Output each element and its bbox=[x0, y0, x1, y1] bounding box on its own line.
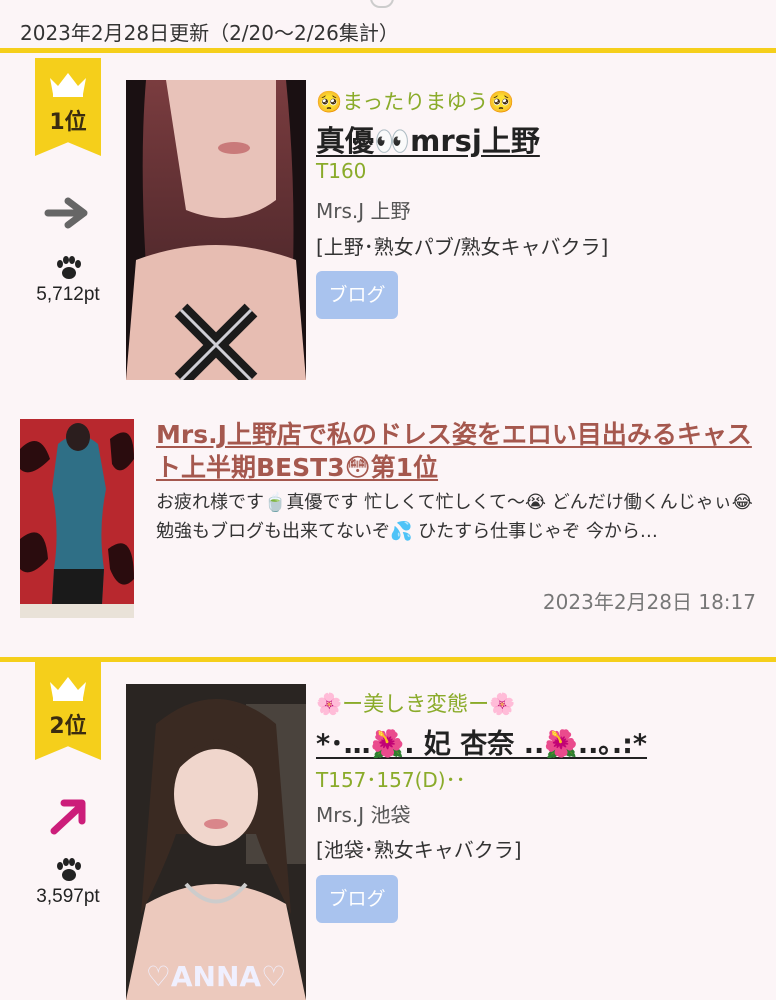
section-divider bbox=[0, 657, 776, 662]
chevron-down-icon bbox=[370, 0, 394, 8]
crown-icon bbox=[50, 677, 86, 701]
ranking-header: 2023年2月28日更新（2/20〜2/26集計） bbox=[0, 0, 776, 53]
points-value: 5,712pt bbox=[36, 284, 100, 305]
rank-label: 1位 bbox=[49, 110, 87, 135]
crown-icon bbox=[50, 73, 86, 97]
blog-button[interactable]: ブログ bbox=[316, 875, 398, 923]
blog-post-date: 2023年2月28日 18:17 bbox=[542, 590, 756, 614]
shop-name: Mrs.J 池袋 bbox=[316, 803, 411, 827]
cast-photo[interactable]: ♡ANNA♡ bbox=[126, 684, 306, 1000]
points-value: 3,597pt bbox=[36, 886, 100, 907]
catchphrase: 🥺まったりまゆう🥺 bbox=[316, 90, 515, 114]
shop-category: [上野･熟女パブ/熟女キャバクラ] bbox=[316, 235, 609, 259]
photo-overlay-text: ♡ANNA♡ bbox=[146, 960, 286, 993]
catchphrase: 🌸ー美しき変態ー🌸 bbox=[316, 692, 516, 716]
rank-badge-1: 1位 bbox=[35, 58, 101, 156]
blog-button[interactable]: ブログ bbox=[316, 271, 398, 319]
shop-category: [池袋･熟女キャバクラ] bbox=[316, 838, 522, 862]
blog-post-title-link[interactable]: Mrs.J上野店で私のドレス姿をエロい目出みるキャスト上半期BEST3😳第1位 bbox=[156, 418, 756, 484]
shop-name: Mrs.J 上野 bbox=[316, 199, 411, 223]
updated-date-text: 2023年2月28日更新（2/20〜2/26集計） bbox=[20, 21, 399, 45]
paw-icon bbox=[57, 858, 81, 881]
cast-name-link[interactable]: 真優👀mrsj上野 bbox=[316, 118, 540, 160]
blog-thumbnail[interactable] bbox=[20, 419, 134, 618]
cast-height: T160 bbox=[316, 159, 367, 183]
cast-height: T157･157(D)･･ bbox=[316, 768, 466, 792]
paw-icon bbox=[57, 256, 81, 279]
cast-photo[interactable] bbox=[126, 80, 306, 380]
cast-name-link[interactable]: *･…🌺. 妃 杏奈 ..🌺..｡.:* bbox=[316, 722, 647, 761]
arrow-right-icon bbox=[44, 197, 88, 229]
rank-badge-2: 2位 bbox=[35, 662, 101, 760]
rank-label: 2位 bbox=[49, 714, 87, 739]
blog-post-excerpt: お疲れ様です🍵真優です 忙しくて忙しくて〜😭 どんだけ働くんじゃぃ😂 勉強もブロ… bbox=[156, 492, 753, 542]
arrow-up-right-icon bbox=[50, 799, 86, 835]
